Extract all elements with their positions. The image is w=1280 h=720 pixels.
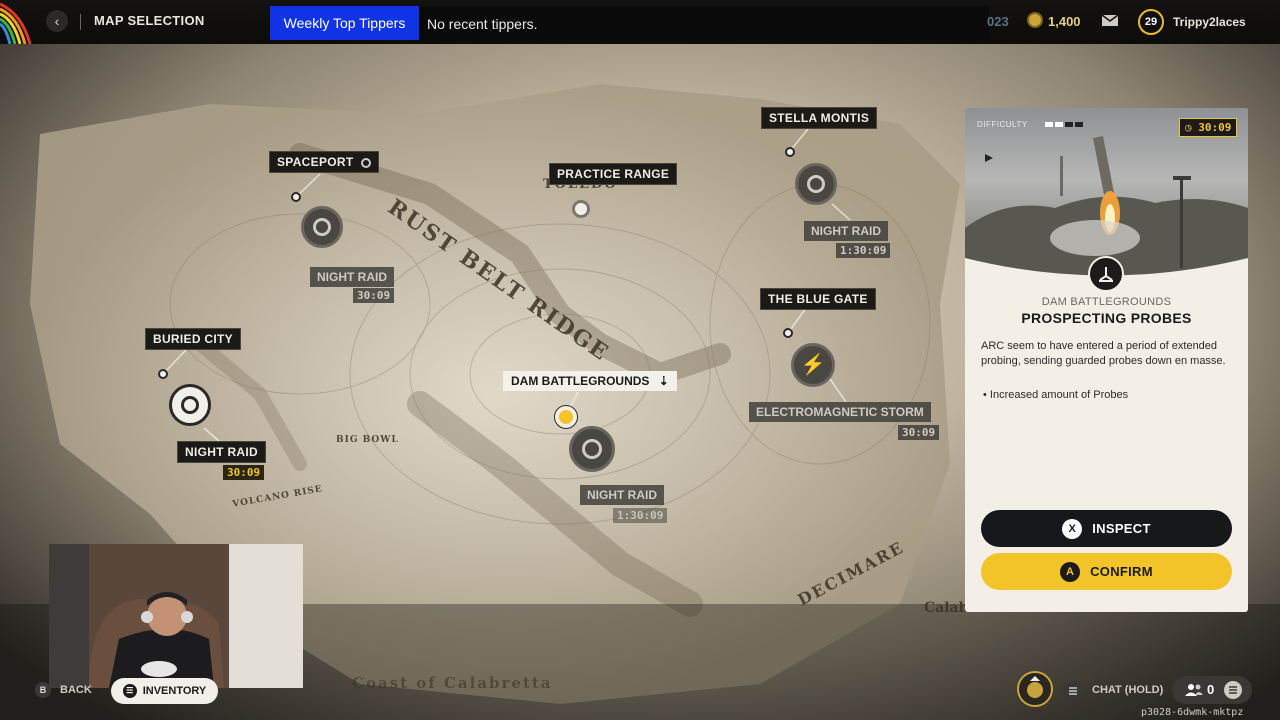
party-count: 0: [1207, 682, 1215, 697]
difficulty-label: DIFFICULTY: [977, 120, 1028, 129]
clock-icon: ◷: [1185, 121, 1192, 134]
region-label: BIG BOWL: [336, 435, 399, 445]
night-raid-icon[interactable]: [301, 206, 343, 248]
inventory-label: INVENTORY: [142, 685, 207, 697]
coin-icon: [1027, 12, 1043, 28]
blue-gate-timer: 30:09: [898, 425, 940, 440]
player-emblem-icon[interactable]: [1017, 671, 1053, 707]
dam-timer: 1:30:09: [613, 508, 668, 523]
event-modifier-text: Increased amount of Probes: [989, 389, 1129, 401]
selected-location-marker[interactable]: [555, 406, 577, 428]
stella-montis-marker[interactable]: [785, 147, 795, 157]
event-description: ARC seem to have entered a period of ext…: [981, 340, 1226, 367]
level-badge: 29: [1138, 9, 1164, 35]
download-icon: ⇣: [658, 374, 669, 388]
webcam-overlay: [49, 544, 303, 688]
probe-icon: [1088, 256, 1124, 292]
controller-button-icon: ☰: [122, 684, 137, 698]
lightning-icon[interactable]: ⚡: [791, 343, 835, 387]
session-id: p3028-6dwmk-mktpz: [1141, 707, 1244, 718]
practice-range-marker[interactable]: [572, 200, 590, 218]
a-button-icon: A: [1060, 561, 1081, 582]
x-button-icon: X: [1062, 518, 1083, 539]
buried-city-marker[interactable]: [158, 369, 168, 379]
page-title: MAP SELECTION: [94, 13, 205, 28]
top-tippers-text: No recent tippers.: [419, 6, 989, 40]
night-raid-icon[interactable]: [169, 384, 211, 426]
dam-condition: NIGHT RAID: [580, 485, 664, 505]
game-screen: RUST BELT RIDGE TOLEDO DECIMARE Coast of…: [0, 0, 1280, 720]
buried-city-callout[interactable]: BURIED CITY: [145, 328, 241, 350]
spaceport-timer: 30:09: [353, 288, 395, 303]
currency-value: 023: [987, 14, 1009, 29]
blue-gate-callout[interactable]: THE BLUE GATE: [760, 288, 876, 310]
event-artwork: DIFFICULTY ◷ 30:09: [965, 108, 1248, 278]
top-tippers-label: Weekly Top Tippers: [270, 6, 419, 40]
stella-montis-condition: NIGHT RAID: [804, 221, 888, 241]
inventory-button[interactable]: ☰ INVENTORY: [111, 678, 218, 704]
event-map-name: DAM BATTLEGROUNDS: [1041, 296, 1172, 308]
b-button-icon: B: [35, 682, 51, 698]
coin-balance: 1,400: [1048, 14, 1081, 29]
map-detail-panel: DIFFICULTY ◷ 30:09 DAM BATTLEGROUNDS PRO…: [965, 108, 1248, 612]
dam-battlegrounds-callout[interactable]: DAM BATTLEGROUNDS ⇣: [503, 371, 677, 391]
mail-icon[interactable]: [1101, 14, 1119, 27]
stella-montis-callout[interactable]: STELLA MONTIS: [761, 107, 878, 129]
back-button[interactable]: BACK: [60, 684, 92, 696]
top-bar: ‹ MAP SELECTION Weekly Top Tippers No re…: [0, 0, 1280, 44]
menu-icon[interactable]: [1063, 681, 1083, 701]
party-button[interactable]: 0: [1172, 676, 1252, 704]
night-raid-icon[interactable]: [569, 426, 615, 472]
buried-city-timer: 30:09: [223, 465, 265, 480]
chat-button[interactable]: CHAT (HOLD): [1092, 684, 1163, 696]
back-arrow-icon[interactable]: ‹: [46, 10, 68, 32]
event-modifier: • Increased amount of Probes: [983, 389, 1128, 401]
confirm-button[interactable]: A CONFIRM: [981, 553, 1232, 590]
buried-city-condition: NIGHT RAID: [177, 441, 266, 463]
practice-range-callout[interactable]: PRACTICE RANGE: [549, 163, 678, 185]
blue-gate-condition: ELECTROMAGNETIC STORM: [749, 402, 931, 422]
rainbow-logo: [0, 2, 32, 44]
party-icon: [1185, 684, 1203, 696]
menu-icon[interactable]: [1224, 681, 1242, 699]
blue-gate-marker[interactable]: [783, 328, 793, 338]
night-raid-icon[interactable]: [795, 163, 837, 205]
divider: [80, 14, 81, 30]
inspect-label: INSPECT: [1092, 521, 1151, 536]
event-title: PROSPECTING PROBES: [1021, 310, 1192, 326]
username[interactable]: Trippy2laces: [1173, 15, 1246, 29]
spaceport-condition: NIGHT RAID: [310, 267, 394, 287]
stella-montis-timer: 1:30:09: [836, 243, 891, 258]
dam-battlegrounds-name: DAM BATTLEGROUNDS: [511, 374, 650, 388]
bullet-icon: •: [983, 389, 990, 401]
spaceport-marker[interactable]: [291, 192, 301, 202]
spaceport-name: SPACEPORT: [277, 155, 354, 169]
event-timer-value: 30:09: [1198, 121, 1232, 134]
event-timer: ◷ 30:09: [1179, 118, 1238, 137]
streamer-image: [49, 544, 303, 688]
difficulty-meter: [1045, 122, 1083, 127]
spaceport-callout[interactable]: SPACEPORT: [269, 151, 380, 173]
inspect-button[interactable]: X INSPECT: [981, 510, 1232, 547]
target-icon: [361, 158, 372, 168]
confirm-label: CONFIRM: [1090, 564, 1153, 579]
region-label: Coast of Calabretta: [352, 674, 553, 692]
